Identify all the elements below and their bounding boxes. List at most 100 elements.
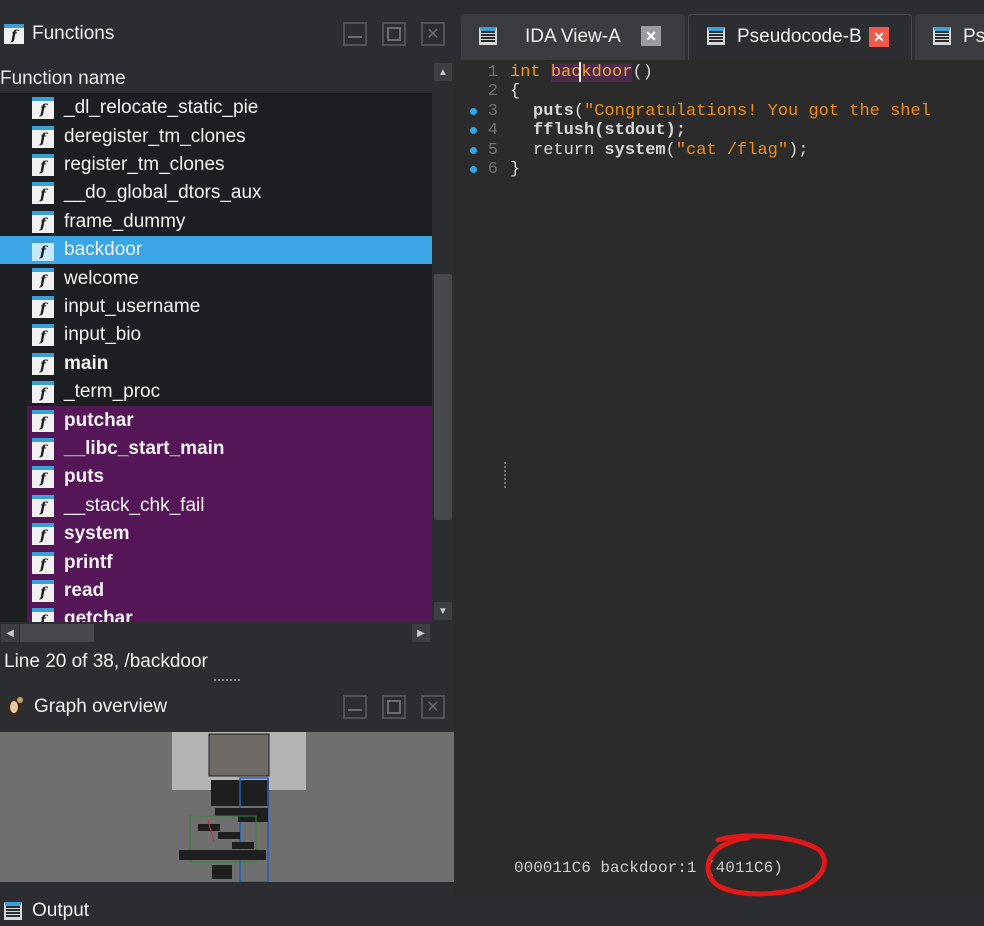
list-icon: [933, 27, 951, 45]
function-icon: f: [32, 409, 54, 432]
breakpoint-dot-icon[interactable]: [470, 166, 477, 173]
code-line-1[interactable]: int backdoor(): [510, 63, 653, 82]
minimize-icon[interactable]: [343, 695, 367, 719]
function-icon: f: [4, 24, 24, 44]
code-text: (: [665, 141, 676, 160]
close-icon[interactable]: ✕: [421, 695, 445, 719]
line-number: 1: [487, 63, 498, 82]
function-icon: f: [32, 239, 54, 262]
list-item-import[interactable]: f printf: [27, 548, 432, 577]
list-icon: [707, 27, 725, 45]
function-icon: f: [32, 608, 54, 622]
code-text: (: [573, 102, 585, 121]
scroll-down-arrow-icon[interactable]: ▼: [434, 602, 452, 620]
list-item[interactable]: f _dl_relocate_static_pie: [0, 94, 432, 122]
function-list-status: Line 20 of 38, /backdoor: [4, 651, 208, 672]
tab-pseudocode-partial[interactable]: Ps: [915, 14, 984, 60]
function-identifier[interactable]: backdoor: [550, 63, 633, 82]
function-icon: f: [32, 182, 54, 205]
list-icon: [4, 902, 22, 920]
restore-icon[interactable]: [382, 695, 406, 719]
function-icon: f: [32, 551, 54, 574]
pseudocode-view[interactable]: 1 2 3 4 5 6 int backdoor() { puts("Congr…: [454, 60, 984, 897]
list-item[interactable]: f input_bio: [0, 321, 432, 349]
functions-panel-title: Functions: [32, 23, 115, 44]
list-item-selected[interactable]: f backdoor: [0, 236, 432, 265]
scroll-right-arrow-icon[interactable]: ▶: [412, 624, 430, 642]
list-item[interactable]: f __do_global_dtors_aux: [0, 179, 432, 207]
splitter-handle[interactable]: [214, 679, 240, 682]
close-icon[interactable]: ✕: [421, 22, 445, 46]
close-icon[interactable]: ✕: [641, 26, 661, 46]
function-icon: f: [32, 352, 54, 375]
scrollbar-thumb[interactable]: [434, 274, 452, 520]
breakpoint-dot-icon[interactable]: [470, 108, 477, 115]
list-item-import[interactable]: f read: [27, 576, 432, 606]
code-line-2[interactable]: {: [510, 82, 520, 101]
tab-bar: IDA View-A ✕ Pseudocode-B ✕ Ps: [454, 0, 984, 60]
function-name: main: [64, 352, 109, 374]
tab-label: IDA View-A: [525, 26, 621, 47]
scroll-up-arrow-icon[interactable]: ▲: [434, 63, 452, 81]
function-list[interactable]: f _dl_relocate_static_pie f deregister_tm_…: [0, 94, 432, 622]
string-literal: "Congratulations! You got the shel: [584, 102, 931, 121]
list-item-import[interactable]: f putchar: [27, 406, 432, 435]
tab-label: Pseudocode-B: [737, 26, 862, 47]
scrollbar-thumb[interactable]: [20, 624, 94, 642]
function-name: __libc_start_main: [64, 437, 225, 459]
list-item[interactable]: f main: [0, 350, 432, 378]
list-item[interactable]: f deregister_tm_clones: [0, 122, 432, 150]
output-panel-header[interactable]: Output: [0, 896, 984, 926]
list-item[interactable]: f welcome: [0, 264, 432, 292]
list-item-import[interactable]: f getchar: [27, 605, 432, 622]
function-name: backdoor: [64, 239, 143, 261]
close-icon[interactable]: ✕: [869, 27, 889, 47]
function-icon: f: [32, 125, 54, 148]
function-name: _term_proc: [64, 381, 161, 403]
list-item-import[interactable]: f __libc_start_main: [27, 434, 432, 464]
output-title: Output: [32, 900, 90, 921]
function-name: printf: [64, 551, 113, 573]
list-item[interactable]: f frame_dummy: [0, 208, 432, 236]
restore-icon[interactable]: [382, 22, 406, 46]
keyword: return: [533, 141, 595, 160]
scroll-left-arrow-icon[interactable]: ◀: [1, 624, 19, 642]
code-line-5[interactable]: return system("cat /flag");: [533, 141, 808, 160]
function-icon: f: [32, 153, 54, 176]
code-line-6[interactable]: }: [510, 160, 520, 179]
graph-overview-canvas[interactable]: [0, 732, 454, 883]
function-list-vertical-scrollbar[interactable]: ▲ ▼: [432, 62, 454, 622]
string-literal: "cat /flag": [675, 141, 789, 160]
function-icon: f: [32, 97, 54, 120]
tab-label: Ps: [963, 26, 984, 47]
function-list-horizontal-scrollbar[interactable]: ◀ ▶: [0, 622, 432, 642]
line-number: 2: [487, 82, 498, 101]
function-identifier[interactable]: system: [604, 141, 665, 160]
list-item-import[interactable]: f puts: [27, 463, 432, 492]
function-name: getchar: [64, 608, 133, 622]
code-text: );: [788, 141, 809, 160]
function-name: deregister_tm_clones: [64, 125, 246, 147]
code-line-4[interactable]: fflush(stdout);: [533, 121, 686, 140]
list-item[interactable]: f register_tm_clones: [0, 151, 432, 179]
graph-icon: [4, 695, 26, 719]
tab-pseudocode-b[interactable]: Pseudocode-B ✕: [688, 14, 912, 60]
breakpoint-dot-icon[interactable]: [470, 147, 477, 154]
list-item[interactable]: f _term_proc: [0, 378, 432, 406]
breakpoint-dot-icon[interactable]: [470, 127, 477, 134]
function-name: _dl_relocate_static_pie: [64, 97, 259, 119]
function-name: read: [64, 579, 105, 601]
list-item-import[interactable]: f system: [27, 520, 432, 549]
function-name-column-header[interactable]: Function name: [0, 62, 432, 94]
list-item-import[interactable]: f __stack_chk_fail: [27, 491, 432, 520]
function-identifier[interactable]: puts: [533, 102, 574, 121]
function-name: register_tm_clones: [64, 153, 225, 175]
function-icon: f: [32, 494, 54, 517]
list-item[interactable]: f input_username: [0, 293, 432, 321]
code-line-3[interactable]: puts("Congratulations! You got the shel: [533, 102, 931, 121]
tab-ida-view-a[interactable]: IDA View-A ✕: [461, 14, 685, 60]
function-icon: f: [32, 267, 54, 290]
minimize-icon[interactable]: [343, 22, 367, 46]
function-name: __do_global_dtors_aux: [64, 182, 262, 204]
function-icon: f: [32, 295, 54, 318]
